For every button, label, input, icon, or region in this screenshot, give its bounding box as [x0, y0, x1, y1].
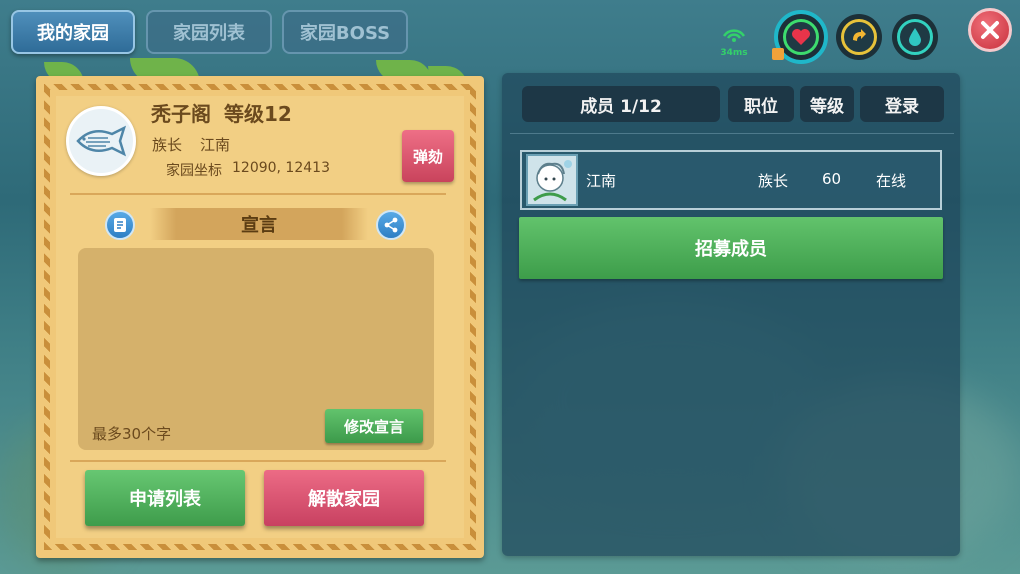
share-button[interactable]	[376, 210, 406, 240]
family-name: 秃子阁	[151, 102, 211, 126]
level-header[interactable]: 等级	[800, 86, 854, 122]
divider	[70, 460, 446, 462]
member-level: 60	[822, 170, 842, 188]
ping-value: 34ms	[720, 48, 748, 58]
tab-home-list[interactable]: 家园列表	[146, 10, 272, 54]
leader-label: 族长	[152, 136, 183, 154]
declaration-title: 宣言	[150, 208, 368, 240]
shield-badge-icon	[772, 48, 784, 60]
family-emblem	[66, 106, 136, 176]
divider	[510, 133, 954, 134]
water-status[interactable]	[892, 14, 938, 60]
divider	[70, 193, 446, 195]
coord-label: 家园坐标	[166, 163, 222, 179]
tab-home-boss[interactable]: 家园BOSS	[282, 10, 408, 54]
stamina-status[interactable]	[836, 14, 882, 60]
leader-name: 江南	[200, 136, 231, 154]
disband-home-button[interactable]: 解散家园	[264, 470, 424, 526]
signal-icon	[722, 29, 746, 42]
refresh-icon	[853, 29, 866, 41]
close-button[interactable]	[968, 8, 1012, 52]
water-drop-icon	[909, 28, 921, 46]
member-avatar	[526, 154, 578, 206]
apply-list-button[interactable]: 申请列表	[85, 470, 245, 526]
home-coordinates: 家园坐标 12090, 12413	[166, 160, 330, 180]
health-status[interactable]	[772, 10, 828, 64]
avatar	[533, 160, 572, 202]
impeach-button[interactable]: 弹劾	[402, 130, 454, 182]
close-icon	[981, 21, 999, 39]
share-icon	[384, 217, 398, 233]
family-level: 等级12	[223, 102, 292, 126]
network-ping: 34ms	[716, 26, 752, 58]
tab-my-home[interactable]: 我的家园	[11, 10, 135, 54]
member-position: 族长	[758, 172, 789, 190]
member-login-status: 在线	[876, 172, 907, 190]
edit-declaration-button[interactable]: 修改宣言	[325, 409, 423, 443]
position-header[interactable]: 职位	[728, 86, 794, 122]
recruit-members-button[interactable]: 招募成员	[519, 217, 943, 279]
notes-button[interactable]	[105, 210, 135, 240]
member-name: 江南	[586, 172, 617, 190]
fish-icon	[76, 125, 127, 157]
coord-value: 12090, 12413	[232, 160, 330, 176]
leader-info: 族长 江南	[152, 134, 230, 155]
members-panel	[502, 73, 960, 556]
family-title: 秃子阁 等级12	[151, 98, 292, 127]
char-limit-hint: 最多30个字	[92, 425, 172, 443]
members-count-header[interactable]: 成员 1/12	[522, 86, 720, 122]
login-header[interactable]: 登录	[860, 86, 944, 122]
notepad-icon	[114, 218, 126, 232]
